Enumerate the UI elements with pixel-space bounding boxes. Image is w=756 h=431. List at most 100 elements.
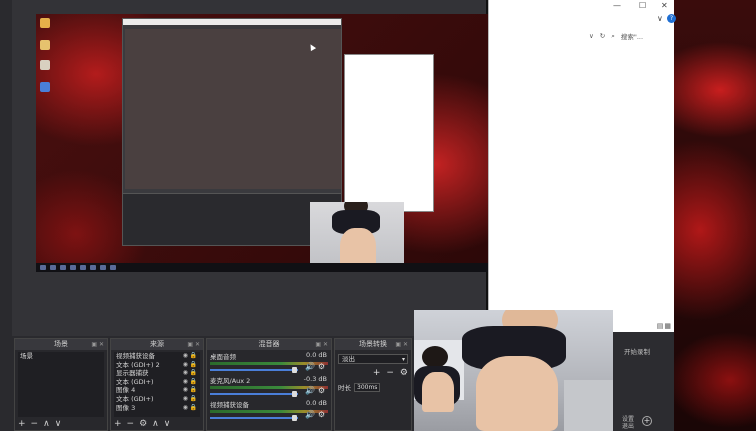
sources-list: 视频捕获设备 ◉ 🔒 文本 (GDI+) 2 ◉ 🔒 显示器捕获 ◉ 🔒 文本 (GDI+)… bbox=[114, 352, 200, 417]
source-item[interactable]: 视频捕获设备 ◉ 🔒 bbox=[114, 352, 200, 361]
transitions-dock: 场景转换 ▣ ✕ 淡出 + − ⚙ 时长 300ms bbox=[334, 338, 412, 431]
move-up-icon[interactable]: ∧ bbox=[152, 419, 159, 429]
duration-label: 时长 bbox=[338, 384, 351, 392]
explorer-window: — ☐ ✕ ∨ ? ∨ ↻ ⌕ 搜索"... ▤▦ bbox=[488, 0, 676, 332]
lock-icon[interactable]: 🔒 bbox=[190, 386, 197, 395]
mixer-channel: 桌面音频 0.0 dB 🔊 ⚙ bbox=[207, 350, 331, 374]
volume-slider[interactable] bbox=[210, 415, 298, 421]
eye-icon[interactable]: ◉ bbox=[183, 352, 188, 361]
mixer-dock: 混音器 ▣ ✕ 桌面音频 0.0 dB 🔊 ⚙ 麦克风/Aux 2 -0.3 d… bbox=[206, 338, 332, 431]
search-input[interactable]: 搜索"... bbox=[621, 31, 643, 41]
move-down-icon[interactable]: ∨ bbox=[55, 419, 62, 429]
channel-db: 0.0 dB bbox=[306, 399, 327, 407]
eye-icon[interactable]: ◉ bbox=[183, 386, 188, 395]
minimize-icon[interactable]: — bbox=[613, 1, 621, 10]
lock-icon[interactable]: 🔒 bbox=[190, 404, 197, 413]
gear-icon[interactable]: ⚙ bbox=[318, 386, 325, 395]
add-icon[interactable]: + bbox=[373, 368, 381, 378]
scenes-toolbar: + − ∧ ∨ bbox=[18, 418, 61, 429]
lock-icon[interactable]: 🔒 bbox=[190, 361, 197, 370]
scenes-list: 场景 bbox=[18, 352, 104, 417]
eye-icon[interactable]: ◉ bbox=[183, 395, 188, 404]
address-bar: ∨ ↻ ⌕ 搜索"... bbox=[589, 30, 673, 42]
eye-icon[interactable]: ◉ bbox=[183, 369, 188, 378]
floor bbox=[564, 380, 613, 431]
remove-icon[interactable]: − bbox=[31, 419, 39, 429]
scenes-dock: 场景 ▣ ✕ 场景 + − ∧ ∨ bbox=[14, 338, 108, 431]
eye-icon[interactable]: ◉ bbox=[183, 404, 188, 413]
source-item[interactable]: 图像 3 ◉ 🔒 bbox=[114, 404, 200, 413]
source-item[interactable]: 文本 (GDI+) ◉ 🔒 bbox=[114, 395, 200, 404]
chevron-down-icon[interactable]: ∨ bbox=[589, 32, 594, 40]
side-panel: 开始录制 设置 退出 + bbox=[612, 332, 674, 431]
lock-icon[interactable]: 🔒 bbox=[190, 378, 197, 387]
speaker-icon[interactable]: 🔊 bbox=[305, 386, 315, 395]
speaker-icon[interactable]: 🔊 bbox=[305, 362, 315, 371]
nested-taskbar bbox=[36, 263, 490, 272]
gear-icon[interactable]: ⚙ bbox=[400, 368, 408, 378]
lock-icon[interactable]: 🔒 bbox=[190, 369, 197, 378]
gear-icon[interactable]: ⚙ bbox=[139, 419, 147, 429]
dock-controls-icon[interactable]: ▣ ✕ bbox=[187, 339, 200, 350]
source-item[interactable]: 文本 (GDI+) 2 ◉ 🔒 bbox=[114, 361, 200, 370]
move-up-icon[interactable]: ∧ bbox=[43, 419, 50, 429]
dock-controls-icon[interactable]: ▣ ✕ bbox=[91, 339, 104, 350]
eye-icon[interactable]: ◉ bbox=[183, 361, 188, 370]
scenes-dock-title: 场景 bbox=[54, 340, 68, 348]
channel-db: 0.0 dB bbox=[306, 351, 327, 359]
dock-controls-icon[interactable]: ▣ ✕ bbox=[315, 339, 328, 350]
maximize-icon[interactable]: ☐ bbox=[639, 1, 646, 10]
person-head bbox=[422, 346, 448, 368]
webcam-overlay bbox=[414, 310, 613, 431]
nested-titlebar bbox=[123, 19, 341, 25]
explorer-titlebar: — ☐ ✕ bbox=[489, 0, 674, 12]
side-label-bottom[interactable]: 设置 退出 bbox=[622, 416, 634, 430]
nested-docks bbox=[123, 193, 341, 245]
source-item[interactable]: 文本 (GDI+) ◉ 🔒 bbox=[114, 378, 200, 387]
scene-preview[interactable] bbox=[36, 14, 490, 272]
person-belly bbox=[476, 356, 558, 431]
close-icon[interactable]: ✕ bbox=[661, 1, 668, 10]
transitions-dock-title: 场景转换 bbox=[359, 340, 387, 348]
scene-item[interactable]: 场景 bbox=[18, 352, 104, 361]
view-toggle-icons[interactable]: ▤▦ bbox=[657, 322, 672, 330]
source-item[interactable]: 显示器捕获 ◉ 🔒 bbox=[114, 369, 200, 378]
help-icon[interactable]: ? bbox=[667, 14, 676, 23]
gear-icon[interactable]: ⚙ bbox=[318, 410, 325, 419]
speaker-muted-icon[interactable]: 🔊 bbox=[305, 410, 315, 419]
add-icon[interactable]: + bbox=[642, 416, 652, 426]
refresh-icon[interactable]: ↻ bbox=[600, 32, 605, 40]
add-icon[interactable]: + bbox=[18, 419, 26, 429]
preview-area bbox=[12, 0, 490, 336]
nested-preview bbox=[125, 29, 341, 189]
lock-icon[interactable]: 🔒 bbox=[190, 395, 197, 404]
move-down-icon[interactable]: ∨ bbox=[164, 419, 171, 429]
nested-explorer-window bbox=[344, 54, 434, 212]
person-belly bbox=[422, 372, 454, 412]
desktop-icon bbox=[40, 82, 50, 92]
desktop-icon bbox=[40, 40, 50, 50]
remove-icon[interactable]: − bbox=[127, 419, 135, 429]
transition-select[interactable]: 淡出 bbox=[338, 354, 408, 364]
lock-icon[interactable]: 🔒 bbox=[190, 352, 197, 361]
volume-slider[interactable] bbox=[210, 391, 298, 397]
search-icon[interactable]: ⌕ bbox=[611, 32, 615, 41]
mixer-channel: 麦克风/Aux 2 -0.3 dB 🔊 ⚙ bbox=[207, 374, 331, 398]
mixer-channel: 视频捕获设备 0.0 dB 🔊 ⚙ bbox=[207, 398, 331, 422]
chevron-down-icon[interactable]: ∨ bbox=[657, 14, 663, 23]
sources-toolbar: + − ⚙ ∧ ∨ bbox=[114, 418, 170, 429]
channel-db: -0.3 dB bbox=[303, 375, 327, 383]
gear-icon[interactable]: ⚙ bbox=[318, 362, 325, 371]
remove-icon[interactable]: − bbox=[386, 368, 394, 378]
dock-controls-icon[interactable]: ▣ ✕ bbox=[395, 339, 408, 350]
source-item[interactable]: 图像 4 ◉ 🔒 bbox=[114, 386, 200, 395]
desktop-icon bbox=[40, 60, 50, 70]
volume-slider[interactable] bbox=[210, 367, 298, 373]
side-label[interactable]: 开始录制 bbox=[624, 346, 650, 356]
mixer-dock-title: 混音器 bbox=[258, 340, 280, 348]
nested-obs-window bbox=[122, 18, 342, 246]
duration-input[interactable]: 300ms bbox=[354, 382, 380, 392]
eye-icon[interactable]: ◉ bbox=[183, 378, 188, 387]
add-icon[interactable]: + bbox=[114, 419, 122, 429]
nested-webcam bbox=[310, 202, 404, 272]
